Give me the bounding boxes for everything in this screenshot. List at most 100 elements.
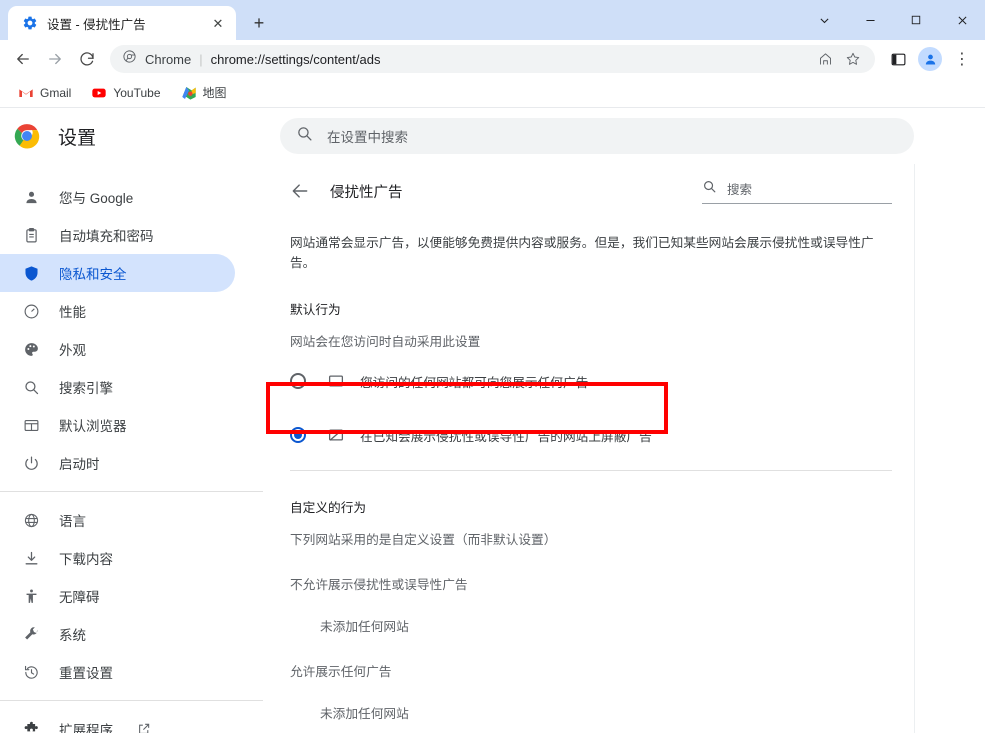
ad-window-icon (326, 371, 346, 391)
default-behavior-heading: 默认行为 (290, 303, 341, 318)
settings-content-area: 侵扰性广告 搜索 网站通常会显示广告，以便能够免费提供内容或服务。但是，我们已知… (263, 164, 985, 733)
settings-header: 设置 在设置中搜索 (0, 108, 985, 164)
bookmarks-bar: Gmail YouTube 地图 (0, 78, 985, 108)
person-icon (21, 187, 41, 207)
globe-icon (21, 510, 41, 530)
settings-page-title: 设置 (58, 127, 97, 149)
custom-group-empty-allow: 未添加任何网站 (320, 707, 409, 722)
bookmark-maps[interactable]: 地图 (173, 80, 235, 105)
sidebar-item-accessibility[interactable]: 无障碍 (0, 577, 235, 615)
avatar-icon (918, 47, 942, 71)
sidebar-item-label: 默认浏览器 (59, 419, 127, 434)
sidebar-item-default-browser[interactable]: 默认浏览器 (0, 406, 235, 444)
sidebar-item-label: 隐私和安全 (59, 267, 127, 282)
sidebar-item-label: 语言 (59, 514, 86, 529)
maximize-button[interactable] (893, 0, 939, 40)
share-icon[interactable] (813, 47, 837, 71)
puzzle-icon (21, 719, 41, 733)
bookmark-label: YouTube (113, 85, 161, 100)
chrome-menu-icon[interactable]: ⋮ (947, 44, 977, 74)
settings-sidebar: 您与 Google 自动填充和密码 隐私和安全 性能 外观 搜索引擎 默认浏览器… (0, 164, 263, 733)
settings-search-input[interactable]: 在设置中搜索 (280, 118, 914, 154)
sidebar-item-label: 自动填充和密码 (59, 229, 154, 244)
custom-group-heading-block: 不允许展示侵扰性或误导性广告 (290, 578, 468, 593)
page-search-placeholder: 搜索 (727, 183, 753, 197)
gmail-icon (18, 85, 34, 101)
sidebar-item-performance[interactable]: 性能 (0, 292, 235, 330)
chrome-site-icon (122, 49, 137, 69)
profile-avatar[interactable] (915, 44, 945, 74)
custom-group-heading-allow: 允许展示任何广告 (290, 665, 392, 680)
sidebar-item-label: 外观 (59, 343, 86, 358)
browser-tab[interactable]: 设置 - 侵扰性广告 ✕ (8, 6, 236, 40)
back-icon[interactable] (8, 44, 38, 74)
sidebar-item-label: 系统 (59, 628, 86, 643)
page-header: 侵扰性广告 搜索 (270, 164, 914, 218)
sidebar-item-downloads[interactable]: 下载内容 (0, 539, 235, 577)
sidebar-item-autofill-passwords[interactable]: 自动填充和密码 (0, 216, 235, 254)
chrome-logo-icon (14, 123, 40, 149)
sidebar-item-extensions[interactable]: 扩展程序 (0, 710, 235, 733)
radio-option-label: 您访问的任何网站都可向您展示任何广告 (360, 375, 589, 390)
speedometer-icon (21, 301, 41, 321)
download-icon (21, 548, 41, 568)
sidebar-item-label: 无障碍 (59, 590, 100, 605)
custom-behavior-heading: 自定义的行为 (290, 501, 367, 516)
sidebar-item-languages[interactable]: 语言 (0, 501, 235, 539)
reload-icon[interactable] (72, 44, 102, 74)
wrench-icon (21, 624, 41, 644)
sidebar-item-reset-settings[interactable]: 重置设置 (0, 653, 235, 691)
tab-title: 设置 - 侵扰性广告 (47, 17, 146, 32)
side-panel-icon[interactable] (883, 44, 913, 74)
ads-settings-card: 侵扰性广告 搜索 网站通常会显示广告，以便能够免费提供内容或服务。但是，我们已知… (270, 164, 915, 733)
settings-search-placeholder: 在设置中搜索 (327, 130, 408, 145)
radio-option-label: 在已知会展示侵扰性或误导性广告的网站上屏蔽广告 (360, 429, 652, 444)
sidebar-item-you-and-google[interactable]: 您与 Google (0, 178, 235, 216)
sidebar-item-search-engine[interactable]: 搜索引擎 (0, 368, 235, 406)
sidebar-item-label: 性能 (59, 305, 86, 320)
bookmark-youtube[interactable]: YouTube (83, 81, 168, 105)
default-behavior-subtext: 网站会在您访问时自动采用此设置 (290, 335, 481, 350)
page-title: 侵扰性广告 (330, 184, 403, 201)
radio-button-selected[interactable] (290, 427, 306, 444)
sidebar-divider-1 (0, 491, 263, 492)
radio-selected-dot (294, 431, 302, 440)
sidebar-item-appearance[interactable]: 外观 (0, 330, 235, 368)
sidebar-item-on-startup[interactable]: 启动时 (0, 444, 235, 482)
page-search-input[interactable]: 搜索 (702, 179, 892, 204)
close-window-button[interactable] (939, 0, 985, 40)
maps-icon (181, 85, 197, 101)
power-icon (21, 453, 41, 473)
clipboard-icon (21, 225, 41, 245)
sidebar-item-label: 搜索引擎 (59, 381, 113, 396)
bookmark-label: 地图 (202, 86, 227, 100)
address-bar[interactable]: Chrome | chrome://settings/content/ads (110, 45, 875, 73)
bookmark-star-icon[interactable] (841, 47, 865, 71)
palette-icon (21, 339, 41, 359)
window-controls (801, 0, 985, 40)
radio-option-allow-all-ads[interactable]: 您访问的任何网站都可向您展示任何广告 (270, 358, 914, 404)
accessibility-icon (21, 586, 41, 606)
search-icon (21, 377, 41, 397)
sidebar-item-privacy-security[interactable]: 隐私和安全 (0, 254, 235, 292)
bookmark-label: Gmail (40, 85, 72, 100)
search-icon (702, 179, 717, 199)
forward-icon[interactable] (40, 44, 70, 74)
ad-blocked-icon (326, 425, 346, 445)
search-icon (296, 125, 313, 147)
sidebar-item-label: 扩展程序 (59, 723, 113, 733)
sidebar-divider-2 (0, 700, 263, 701)
tab-close-icon[interactable]: ✕ (208, 13, 228, 33)
bookmark-gmail[interactable]: Gmail (10, 81, 79, 105)
back-arrow-icon[interactable] (290, 181, 310, 201)
tab-search-chevron-down-icon[interactable] (801, 0, 847, 40)
omnibox-url-text[interactable]: chrome://settings/content/ads (211, 52, 805, 67)
ads-intro-text: 网站通常会显示广告，以便能够免费提供内容或服务。但是，我们已知某些网站会展示侵扰… (290, 236, 874, 270)
history-restore-icon (21, 662, 41, 682)
radio-button-unselected[interactable] (290, 373, 306, 390)
new-tab-button[interactable]: + (245, 9, 273, 37)
radio-option-block-intrusive-ads[interactable]: 在已知会展示侵扰性或误导性广告的网站上屏蔽广告 (270, 412, 914, 458)
minimize-button[interactable] (847, 0, 893, 40)
sidebar-item-system[interactable]: 系统 (0, 615, 235, 653)
settings-gear-favicon-icon (22, 15, 38, 31)
